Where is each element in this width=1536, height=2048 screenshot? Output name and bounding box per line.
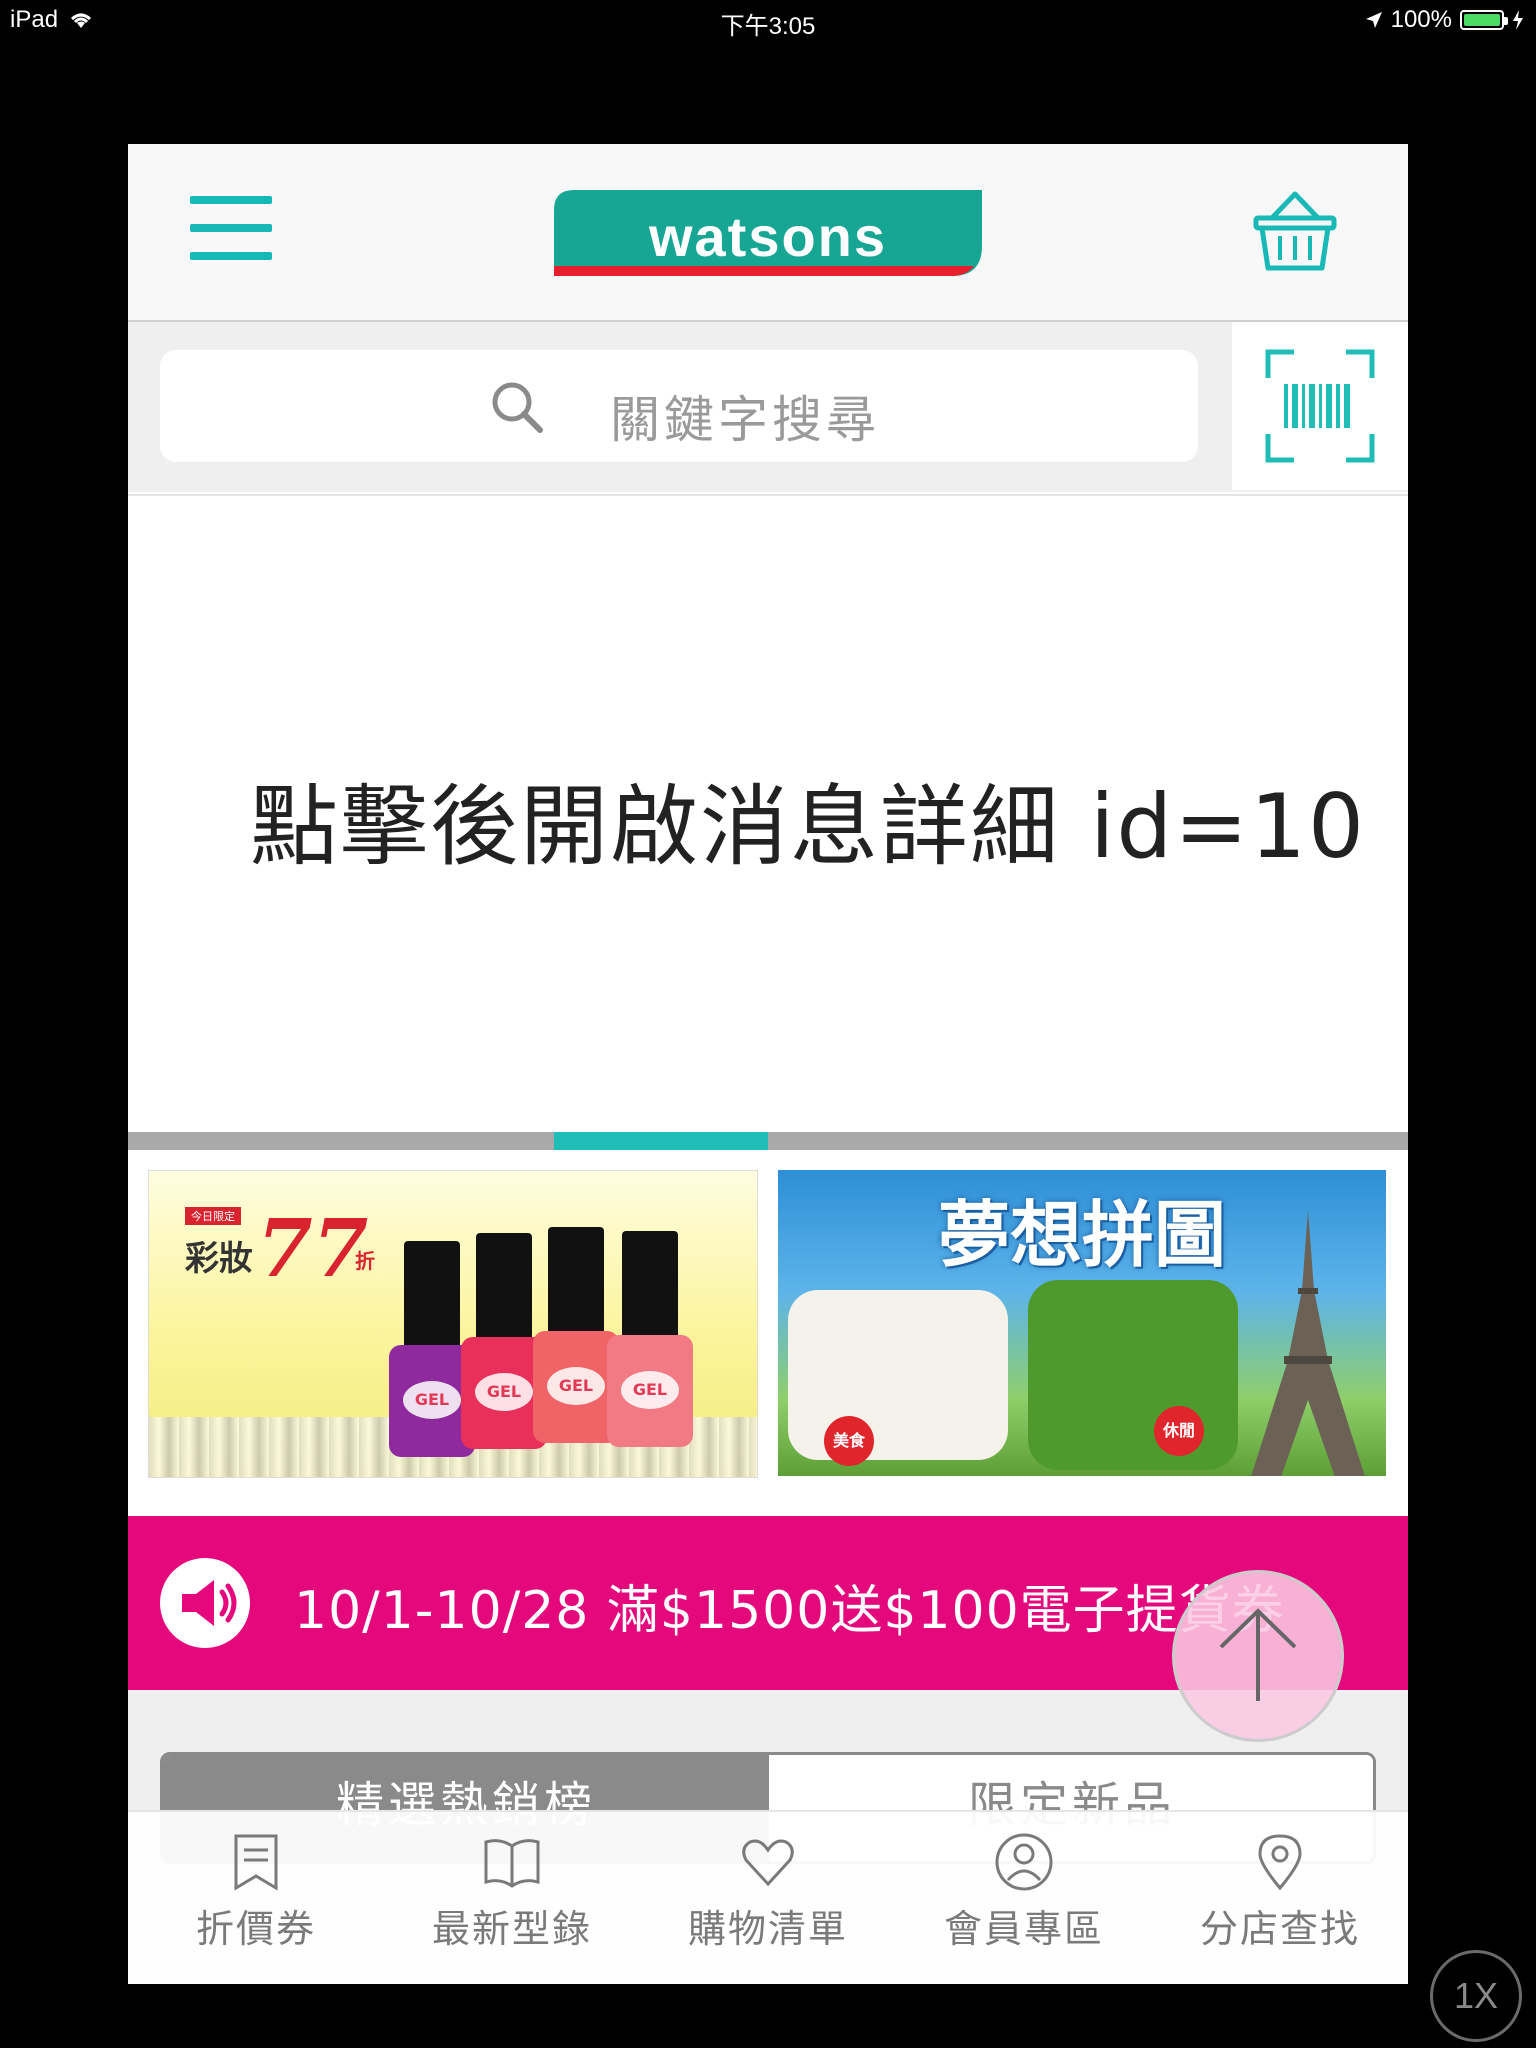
battery-icon <box>1460 10 1508 30</box>
bottom-navigation: 折價券 最新型錄 購物清單 會員專區 分店查找 <box>128 1810 1408 1984</box>
cart-button[interactable] <box>1252 188 1338 274</box>
battery-percent: 100% <box>1390 6 1452 33</box>
nav-wishlist[interactable]: 購物清單 <box>640 1812 896 1984</box>
promo-title: 彩妝 <box>185 1239 253 1279</box>
eiffel-tower-image <box>1251 1210 1365 1476</box>
watsons-app: watsons 關鍵字搜尋 點擊後開啟消息詳細 id=10 今日限定 彩妝 77… <box>128 144 1408 1984</box>
search-area: 關鍵字搜尋 <box>128 322 1408 492</box>
banner-pager <box>128 1132 1408 1150</box>
ipad-screen: iPad 下午3:05 100% watsons 關鍵字搜尋 點擊後開啟消息詳細… <box>0 0 1536 2048</box>
location-pin-icon <box>1258 1834 1302 1891</box>
promo-row: 今日限定 彩妝 77 折 GEL GEL GEL GEL 夢想拼圖 美食 休閒 <box>128 1150 1408 1498</box>
nail-polish-bottle: GEL <box>607 1231 693 1447</box>
book-icon <box>484 1839 540 1888</box>
banner-message: 點擊後開啟消息詳細 id=10 <box>250 775 1366 878</box>
zoom-1x-button[interactable]: 1X <box>1430 1950 1522 2042</box>
promo-tag: 休閒 <box>1154 1406 1204 1456</box>
menu-button[interactable] <box>190 196 272 260</box>
nav-label: 購物清單 <box>687 1907 848 1951</box>
nav-catalog[interactable]: 最新型錄 <box>384 1812 640 1984</box>
food-puzzle-piece <box>788 1290 1008 1460</box>
app-header: watsons <box>128 144 1408 322</box>
scroll-to-top-button[interactable] <box>1172 1570 1344 1742</box>
search-placeholder: 關鍵字搜尋 <box>610 391 880 449</box>
status-bar: iPad 下午3:05 100% <box>0 0 1536 40</box>
nav-store-locator[interactable]: 分店查找 <box>1152 1812 1408 1984</box>
charging-icon <box>1513 10 1523 30</box>
bookmark-icon <box>234 1834 278 1891</box>
pager-active-indicator <box>554 1132 768 1150</box>
promo-title: 夢想拼圖 <box>938 1193 1227 1277</box>
nav-coupons[interactable]: 折價券 <box>128 1812 384 1984</box>
announcement-text: 10/1-10/28 滿$1500送$100電子提貨券 <box>294 1581 1285 1641</box>
search-icon <box>492 382 543 433</box>
news-banner[interactable]: 點擊後開啟消息詳細 id=10 <box>128 494 1408 1134</box>
watsons-logo[interactable]: watsons <box>554 190 982 276</box>
logo-text: watsons <box>648 205 888 268</box>
promo-discount-suffix: 折 <box>355 1249 375 1273</box>
status-time: 下午3:05 <box>720 13 816 40</box>
promo-discount-number: 77 <box>257 1201 369 1295</box>
user-icon <box>995 1833 1053 1891</box>
nav-label: 折價券 <box>195 1907 316 1951</box>
nav-label: 分店查找 <box>1199 1907 1360 1951</box>
heart-icon <box>742 1839 794 1887</box>
nature-puzzle-piece <box>1028 1280 1238 1470</box>
nav-label: 最新型錄 <box>431 1907 592 1951</box>
dream-puzzle-promo-tile[interactable]: 夢想拼圖 美食 休閒 <box>778 1170 1386 1476</box>
makeup-promo-tile[interactable]: 今日限定 彩妝 77 折 GEL GEL GEL GEL <box>148 1170 758 1478</box>
barcode-scan-icon <box>1265 349 1375 463</box>
promo-tag: 美食 <box>824 1416 874 1466</box>
nav-member[interactable]: 會員專區 <box>896 1812 1152 1984</box>
search-input[interactable]: 關鍵字搜尋 <box>160 350 1198 462</box>
nav-label: 會員專區 <box>943 1907 1104 1951</box>
barcode-scan-button[interactable] <box>1232 322 1408 490</box>
arrow-up-icon <box>1219 1608 1297 1701</box>
megaphone-icon <box>160 1558 250 1648</box>
location-arrow-icon <box>1365 12 1382 28</box>
promo-tag: 今日限定 <box>185 1207 241 1225</box>
basket-icon <box>1253 191 1337 271</box>
